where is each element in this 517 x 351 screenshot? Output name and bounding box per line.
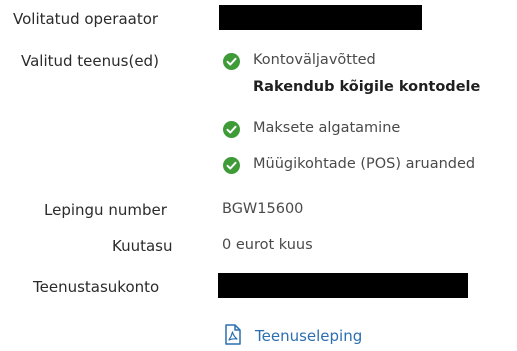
service-name-account-statements: Kontoväljavõtted — [253, 52, 376, 68]
service-name-pos-reports: Müügikohtade (POS) aruanded — [253, 156, 476, 172]
service-name-payment-initiation: Maksete algatamine — [253, 120, 401, 136]
authorized-operator-redacted-value — [219, 5, 422, 30]
service-contract-link[interactable]: Teenuseleping — [255, 327, 362, 345]
monthly-fee-value: 0 eurot kuus — [222, 237, 313, 253]
pdf-file-icon[interactable] — [224, 324, 242, 349]
service-account-label: Teenustasukonto — [33, 278, 160, 296]
monthly-fee-label: Kuutasu — [112, 237, 173, 255]
contract-number-label: Lepingu number — [44, 201, 167, 219]
authorized-operator-label: Volitatud operaator — [13, 10, 159, 28]
selected-services-label: Valitud teenus(ed) — [21, 52, 159, 70]
check-circle-icon — [223, 121, 240, 138]
check-circle-icon — [223, 53, 240, 70]
check-circle-icon — [223, 157, 240, 174]
service-note-all-accounts: Rakendub kõigile kontodele — [253, 79, 481, 95]
contract-number-value: BGW15600 — [222, 201, 304, 217]
service-account-redacted-value — [218, 273, 468, 298]
